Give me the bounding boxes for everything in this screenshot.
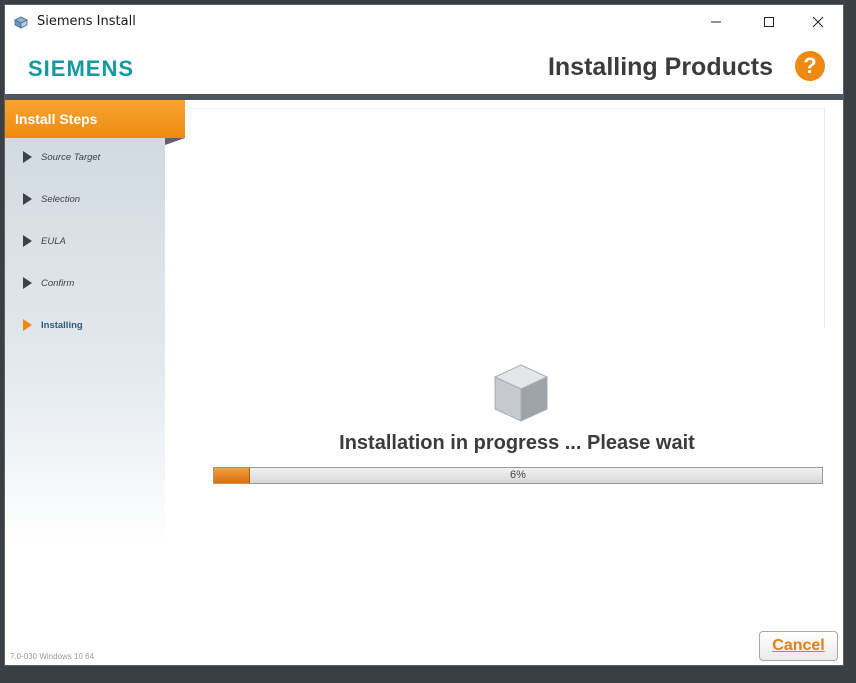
play-arrow-icon <box>23 151 32 163</box>
step-confirm[interactable]: Confirm <box>23 275 74 291</box>
page-title: Installing Products <box>547 53 773 81</box>
question-icon[interactable]: ? <box>795 51 825 81</box>
minimize-icon <box>711 21 721 23</box>
content-panel <box>189 108 825 328</box>
progress-percent: 6% <box>510 469 526 481</box>
close-icon <box>812 16 824 28</box>
play-arrow-icon <box>23 277 32 289</box>
maximize-button[interactable] <box>746 5 792 39</box>
step-label: Selection <box>41 193 81 205</box>
play-arrow-icon <box>23 319 32 331</box>
installer-window: Siemens Install SIEMENS Installing Produ… <box>4 4 844 666</box>
siemens-logo: SIEMENS <box>28 56 135 81</box>
package-box-icon <box>493 364 549 422</box>
progress-message: Installation in progress ... Please wait <box>339 432 695 454</box>
step-label: Source Target <box>41 151 101 163</box>
version-info: 7.0-030 Windows 10 64 <box>10 652 95 661</box>
steps-header-fold <box>165 138 185 145</box>
minimize-button[interactable] <box>693 5 739 39</box>
step-selection[interactable]: Selection <box>23 191 80 207</box>
header: SIEMENS Installing Products ? <box>5 39 843 95</box>
install-steps-header: Install Steps <box>5 100 185 138</box>
window-title: Siemens Install <box>37 14 136 29</box>
close-button[interactable] <box>795 5 841 39</box>
step-installing[interactable]: Installing <box>23 317 83 333</box>
app-icon <box>14 16 28 29</box>
title-bar[interactable]: Siemens Install <box>5 5 843 39</box>
play-arrow-icon <box>23 235 32 247</box>
step-label: Installing <box>41 319 83 331</box>
step-source-target[interactable]: Source Target <box>23 149 100 165</box>
step-label: EULA <box>41 235 66 247</box>
progress-bar: 6% <box>213 467 823 484</box>
play-arrow-icon <box>23 193 32 205</box>
maximize-icon <box>764 17 774 27</box>
step-eula[interactable]: EULA <box>23 233 66 249</box>
cancel-button[interactable]: Cancel <box>759 631 838 661</box>
step-label: Confirm <box>41 277 75 289</box>
